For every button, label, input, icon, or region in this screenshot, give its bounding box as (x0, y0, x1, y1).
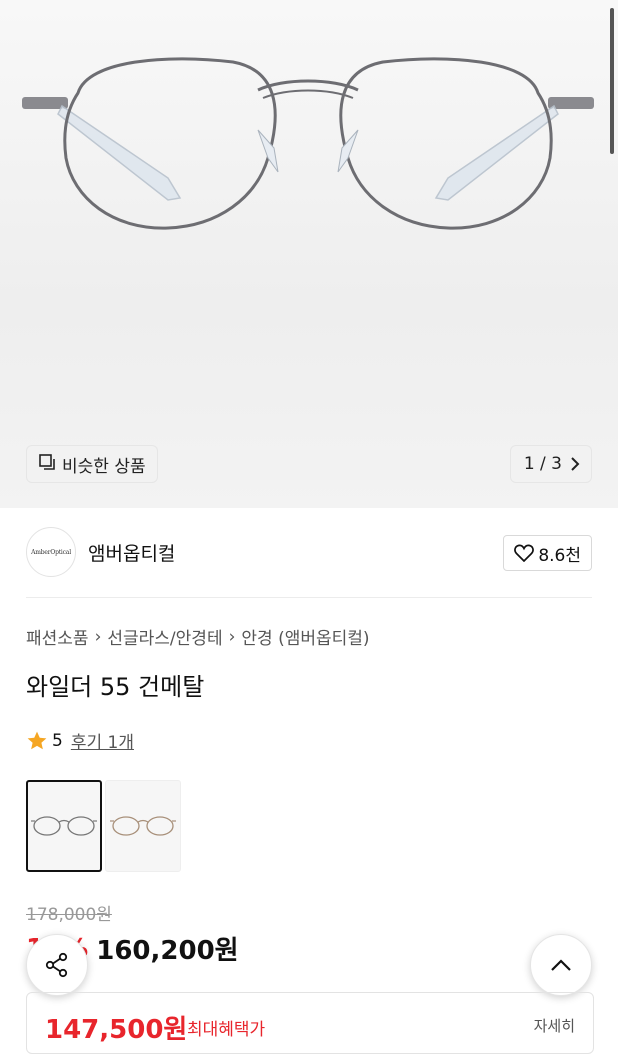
similar-products-button[interactable]: 비슷한 상품 (26, 445, 158, 483)
breadcrumb: 패션소품 › 선글라스/안경테 › 안경 (앰버옵티컬) (26, 624, 370, 650)
glasses-thumbnail-image (31, 816, 97, 836)
like-button[interactable]: 8.6천 (503, 535, 592, 571)
similar-items-icon (38, 453, 56, 476)
product-image (22, 57, 594, 230)
original-price: 178,000원 (26, 905, 112, 925)
product-image-gallery[interactable]: 비슷한 상품 1 / 3 (0, 0, 618, 508)
chevron-right-icon (570, 457, 580, 471)
divider (26, 597, 592, 598)
rating-score: 5 (52, 730, 63, 751)
sale-price: 160,200원 (96, 936, 239, 966)
benefit-detail-link[interactable]: 자세히 (534, 1015, 575, 1036)
product-title: 와일더 55 건메탈 (26, 673, 205, 701)
color-option-thumbnail[interactable] (26, 780, 102, 872)
review-link[interactable]: 후기 1개 (71, 728, 134, 753)
benefit-label: 최대혜택가 (187, 1020, 266, 1040)
chevron-right-icon: › (228, 626, 236, 647)
heart-icon (514, 544, 535, 562)
rating-row: 5 후기 1개 (26, 728, 134, 753)
image-counter-button[interactable]: 1 / 3 (509, 445, 592, 483)
max-benefit-box[interactable]: 147,500원 최대혜택가 자세히 (26, 992, 594, 1054)
scrollbar-thumb[interactable] (610, 8, 614, 154)
breadcrumb-item[interactable]: 안경 (앰버옵티컬) (241, 624, 369, 649)
benefit-price: 147,500원 (45, 1015, 188, 1045)
star-icon (27, 731, 47, 749)
breadcrumb-item[interactable]: 패션소품 (26, 624, 89, 649)
similar-products-label: 비슷한 상품 (62, 456, 146, 477)
brand-logo[interactable]: AmberOptical (26, 527, 76, 577)
brand-name[interactable]: 앰버옵티컬 (88, 539, 175, 566)
glasses-thumbnail-image (110, 816, 176, 836)
breadcrumb-item[interactable]: 선글라스/안경테 (107, 624, 222, 649)
brand-logo-text: AmberOptical (31, 548, 71, 556)
like-count: 8.6천 (538, 545, 581, 566)
share-icon (45, 952, 68, 978)
chevron-up-icon (551, 959, 571, 971)
color-option-thumbnail[interactable] (105, 780, 181, 872)
chevron-right-icon: › (94, 626, 102, 647)
brand-row: AmberOptical 앰버옵티컬 8.6천 (26, 527, 592, 577)
share-button[interactable] (26, 934, 88, 996)
image-counter: 1 / 3 (523, 454, 562, 474)
scroll-to-top-button[interactable] (530, 934, 592, 996)
